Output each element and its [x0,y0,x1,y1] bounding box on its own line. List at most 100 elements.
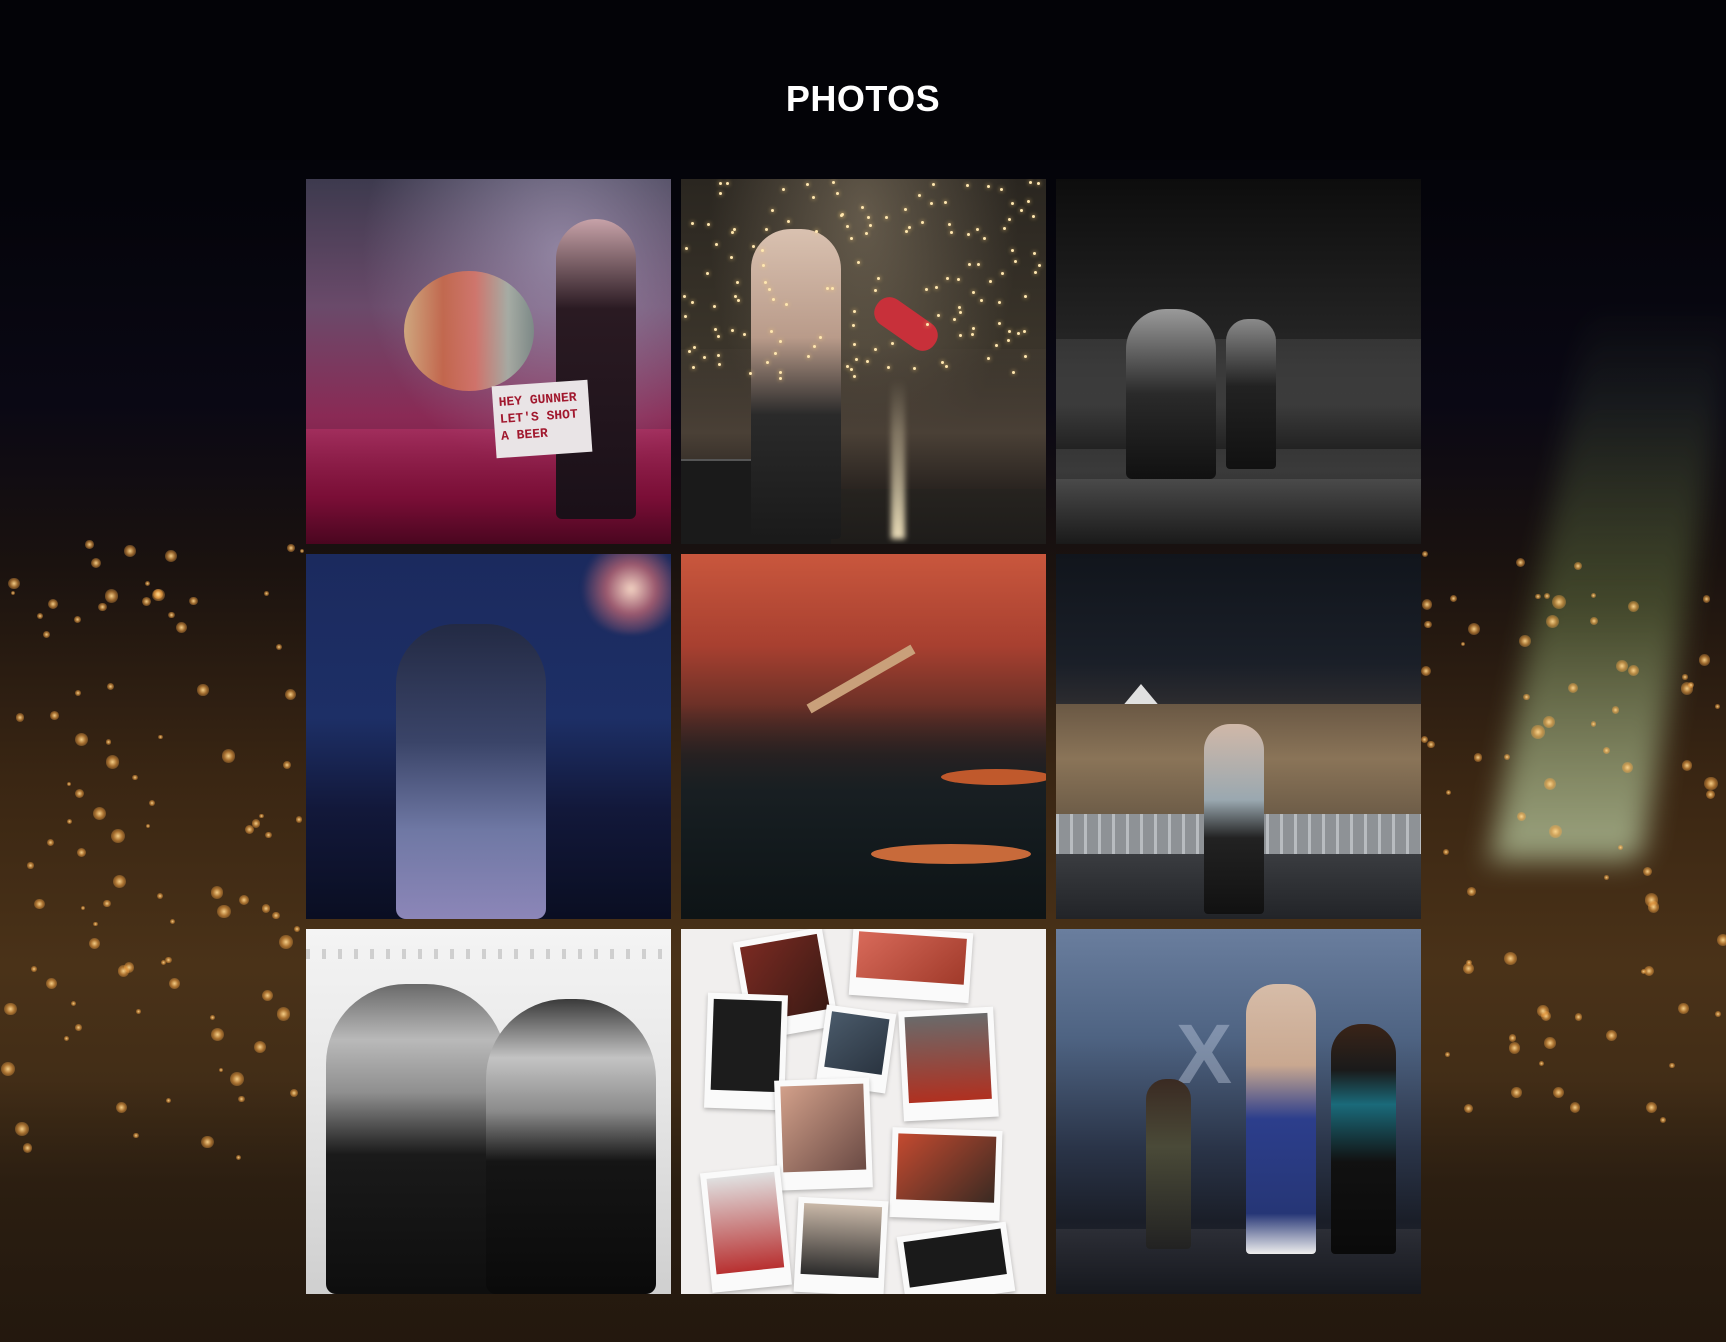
photo-tile-5[interactable] [681,554,1046,919]
photo-tile-3[interactable] [1056,179,1421,544]
crowd-light [105,755,120,769]
spark [952,318,956,322]
person [486,999,656,1294]
crowd-light [295,816,302,823]
spark [1024,354,1028,358]
spark [770,208,774,212]
crowd-light [262,989,274,1001]
spark [972,291,976,295]
photo-tile-6[interactable] [1056,554,1421,919]
spark [706,223,710,227]
spark [1036,182,1040,186]
spark [765,360,769,364]
crowd-light [75,1024,82,1031]
spark [716,334,720,338]
crowd-light [1659,1116,1666,1124]
crowd-light [48,598,59,609]
crowd-light [1460,642,1465,647]
spark [980,299,984,303]
crowd-light [50,710,60,720]
spark [771,297,775,301]
crowd-light [98,603,107,612]
spark [998,300,1002,304]
page-header: PHOTOS [0,0,1726,160]
spark [972,326,976,330]
photo-tile-8[interactable] [681,929,1046,1294]
spark [959,311,963,315]
spark [806,182,810,186]
spark [983,237,987,241]
spark [713,327,717,331]
crowd-light [210,1014,216,1020]
spark [779,376,783,380]
spark [925,323,929,327]
spark [840,214,844,218]
spark [948,222,952,226]
child [1146,1079,1191,1249]
crowd-light [156,893,163,900]
crowd-light [253,1041,266,1054]
spark [717,363,721,367]
spark [868,223,872,227]
photo-tile-4[interactable] [306,554,671,919]
beach-ball [404,271,534,391]
crowd-light [189,596,198,606]
spark [764,280,768,284]
spark [812,345,816,349]
cymbal [941,769,1046,785]
spark [1007,218,1011,222]
crowd-light [1688,681,1694,688]
spark [1028,180,1032,184]
spark [971,332,975,336]
crowd-light [276,1007,290,1021]
spark [831,287,835,291]
spark [1013,259,1017,263]
spark [997,321,1001,325]
crowd-light [37,612,43,619]
spark [787,220,791,224]
spark [785,302,789,306]
spark [921,220,925,224]
spark [762,264,766,268]
polaroid [896,1221,1016,1294]
spark [1012,370,1016,374]
polaroid [793,1196,889,1294]
crowd-light [0,1061,15,1076]
crowd-light [105,738,112,745]
spark [867,216,871,220]
spark [718,182,722,186]
crowd-light [1621,761,1633,773]
spark [814,230,818,234]
photo-tile-7[interactable] [306,929,671,1294]
crowd-light [1427,740,1435,749]
page-title: PHOTOS [785,78,941,119]
spark [702,355,706,359]
firework [576,554,671,634]
crowd-light [93,806,107,820]
crowd-light [1531,725,1545,739]
spark [1031,214,1035,218]
spark [688,350,692,353]
spark [719,191,722,195]
person [1331,1024,1396,1254]
crowd-light [132,774,138,780]
spark [779,340,783,344]
crowd-light [1503,951,1517,965]
polaroid [774,1077,873,1191]
photo-tile-9[interactable]: X [1056,929,1421,1294]
spark [968,262,972,266]
crowd-light [103,899,111,907]
spark [846,364,850,368]
crowd-light [1449,594,1457,602]
spark [957,277,961,281]
spark [856,260,860,264]
photo-tile-1[interactable]: HEY GUNNER LET'S SHOT A BEER [306,179,671,544]
crowd-light [284,688,296,701]
spark [1034,271,1038,275]
crowd-light [1590,616,1599,625]
spark [778,371,782,375]
photo-tile-2[interactable] [681,179,1046,544]
spark [890,341,894,345]
spark [924,287,928,291]
polaroid [898,1006,999,1122]
